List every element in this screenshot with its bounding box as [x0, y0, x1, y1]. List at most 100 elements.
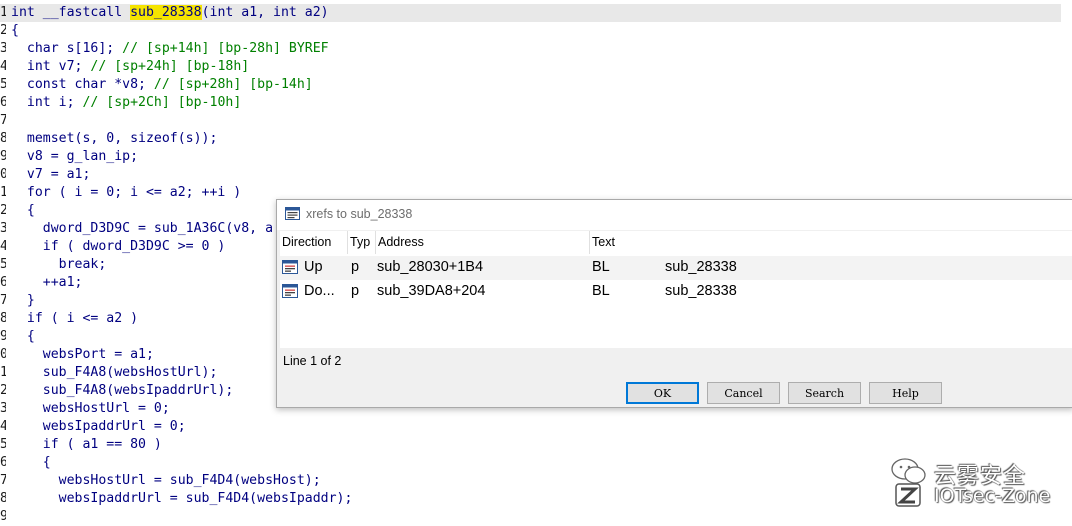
- code-line[interactable]: const char *v8; // [sp+28h] [bp-14h]: [11, 76, 313, 94]
- line-number: 8: [0, 311, 6, 326]
- row-address: sub_39DA8+204: [377, 283, 486, 299]
- row-target: sub_28338: [665, 283, 737, 299]
- code-token: ++a1;: [11, 275, 83, 290]
- wechat-logo-icon: [891, 458, 926, 507]
- code-line[interactable]: websPort = a1;: [11, 346, 154, 364]
- cancel-button[interactable]: Cancel: [707, 382, 780, 404]
- line-number: 5: [0, 77, 6, 92]
- table-row[interactable]: Do... p sub_39DA8+204 BL sub_28338: [280, 280, 1072, 304]
- row-type: p: [351, 283, 360, 299]
- table-row[interactable]: Up p sub_28030+1B4 BL sub_28338: [280, 256, 1072, 280]
- code-line[interactable]: websHostUrl = 0;: [11, 400, 170, 418]
- column-header-address[interactable]: Address: [376, 231, 590, 254]
- line-number: 7: [0, 473, 6, 488]
- code-line[interactable]: }: [11, 292, 35, 310]
- code-line[interactable]: {: [11, 328, 35, 346]
- code-token: websIpaddrUrl = 0;: [11, 419, 186, 434]
- line-number: 8: [0, 491, 6, 506]
- row-direction: Do...: [304, 283, 335, 299]
- line-number: 6: [0, 455, 6, 470]
- code-token: websHostUrl = 0;: [11, 401, 170, 416]
- code-token: const char *v8;: [11, 77, 154, 92]
- help-button[interactable]: Help: [869, 382, 942, 404]
- line-number: 9: [0, 509, 6, 524]
- code-line[interactable]: if ( i <= a2 ): [11, 310, 138, 328]
- code-comment: // [sp+24h] [bp-18h]: [90, 59, 250, 74]
- line-number: 4: [0, 419, 6, 434]
- code-token: dword_D3D9C = sub_1A36C(v8, a: [11, 221, 274, 236]
- line-number: 2: [0, 203, 6, 218]
- code-line[interactable]: {: [11, 202, 35, 220]
- code-token: memset(s, 0, sizeof(s));: [11, 131, 218, 146]
- column-header-text[interactable]: Text: [590, 231, 1072, 254]
- code-token: websIpaddrUrl = sub_F4D4(websIpaddr);: [11, 491, 353, 506]
- line-number: 7: [0, 113, 6, 128]
- code-line[interactable]: char s[16]; // [sp+14h] [bp-28h] BYREF: [11, 40, 329, 58]
- xrefs-table[interactable]: Direction Typ Address Text Up p sub_2803…: [280, 231, 1072, 348]
- code-comment: // [sp+2Ch] [bp-10h]: [82, 95, 242, 110]
- dialog-title: xrefs to sub_28338: [306, 207, 413, 221]
- code-token: if ( dword_D3D9C >= 0 ): [11, 239, 226, 254]
- code-line[interactable]: {: [11, 454, 51, 472]
- code-token: break;: [11, 257, 107, 272]
- code-token: v8 = g_lan_ip;: [11, 149, 139, 164]
- code-line[interactable]: websHostUrl = sub_F4D4(websHost);: [11, 472, 321, 490]
- code-token: int v7;: [11, 59, 91, 74]
- code-token: (int a1, int a2): [201, 5, 329, 20]
- line-number: 3: [0, 401, 6, 416]
- code-token: char s[16];: [11, 41, 123, 56]
- line-number: 0: [0, 167, 6, 182]
- code-token: if ( i <= a2 ): [11, 311, 139, 326]
- code-line[interactable]: for ( i = 0; i <= a2; ++i ): [11, 184, 241, 202]
- code-line[interactable]: websIpaddrUrl = 0;: [11, 418, 186, 436]
- line-number: 5: [0, 437, 6, 452]
- line-number: 4: [0, 59, 6, 74]
- xref-window-icon: [285, 207, 300, 220]
- code-token: {: [11, 455, 51, 470]
- code-line[interactable]: int v7; // [sp+24h] [bp-18h]: [11, 58, 249, 76]
- code-line[interactable]: break;: [11, 256, 107, 274]
- search-button[interactable]: Search: [788, 382, 861, 404]
- code-line[interactable]: int i; // [sp+2Ch] [bp-10h]: [11, 94, 241, 112]
- watermark-subtitle: IOTsec-Zone: [934, 485, 1051, 507]
- column-header-type[interactable]: Typ: [348, 231, 376, 254]
- code-token: websPort = a1;: [11, 347, 154, 362]
- xrefs-dialog[interactable]: xrefs to sub_28338 Direction Typ Address…: [276, 199, 1072, 408]
- code-line[interactable]: v7 = a1;: [11, 166, 91, 184]
- code-token: for ( i = 0; i <= a2; ++i ): [11, 185, 242, 200]
- code-line[interactable]: ++a1;: [11, 274, 83, 292]
- line-number: 8: [0, 131, 6, 146]
- code-line[interactable]: {: [11, 22, 19, 40]
- code-token: {: [11, 23, 19, 38]
- dialog-titlebar[interactable]: xrefs to sub_28338: [277, 200, 1072, 230]
- code-line[interactable]: sub_F4A8(websIpaddrUrl);: [11, 382, 234, 400]
- row-direction: Up: [304, 259, 323, 275]
- code-line-signature[interactable]: int __fastcall sub_28338(int a1, int a2): [11, 4, 329, 22]
- function-name-highlight[interactable]: sub_28338: [130, 5, 202, 20]
- code-line[interactable]: v8 = g_lan_ip;: [11, 148, 138, 166]
- line-number: 2: [0, 383, 6, 398]
- column-header-direction[interactable]: Direction: [280, 231, 348, 254]
- code-line[interactable]: memset(s, 0, sizeof(s));: [11, 130, 218, 148]
- code-token: sub_F4A8(websHostUrl);: [11, 365, 218, 380]
- line-number: 6: [0, 95, 6, 110]
- code-token: {: [11, 203, 35, 218]
- code-line[interactable]: sub_F4A8(websHostUrl);: [11, 364, 218, 382]
- code-line[interactable]: if ( a1 == 80 ): [11, 436, 162, 454]
- code-token: }: [11, 293, 35, 308]
- line-number: 1: [0, 5, 6, 20]
- code-line[interactable]: if ( dword_D3D9C >= 0 ): [11, 238, 226, 256]
- code-token: if ( a1 == 80 ): [11, 437, 162, 452]
- status-text: Line 1 of 2: [283, 354, 342, 368]
- line-number: 3: [0, 221, 6, 236]
- code-token: v7 = a1;: [11, 167, 91, 182]
- code-token: websHostUrl = sub_F4D4(websHost);: [11, 473, 321, 488]
- line-number: 9: [0, 329, 6, 344]
- code-line[interactable]: dword_D3D9C = sub_1A36C(v8, a: [11, 220, 273, 238]
- code-line[interactable]: websIpaddrUrl = sub_F4D4(websIpaddr);: [11, 490, 353, 508]
- watermark: 云雾安全 IOTsec-Zone: [890, 455, 1070, 515]
- line-number: 4: [0, 239, 6, 254]
- line-number: 6: [0, 275, 6, 290]
- line-number: 9: [0, 149, 6, 164]
- ok-button[interactable]: OK: [626, 382, 699, 404]
